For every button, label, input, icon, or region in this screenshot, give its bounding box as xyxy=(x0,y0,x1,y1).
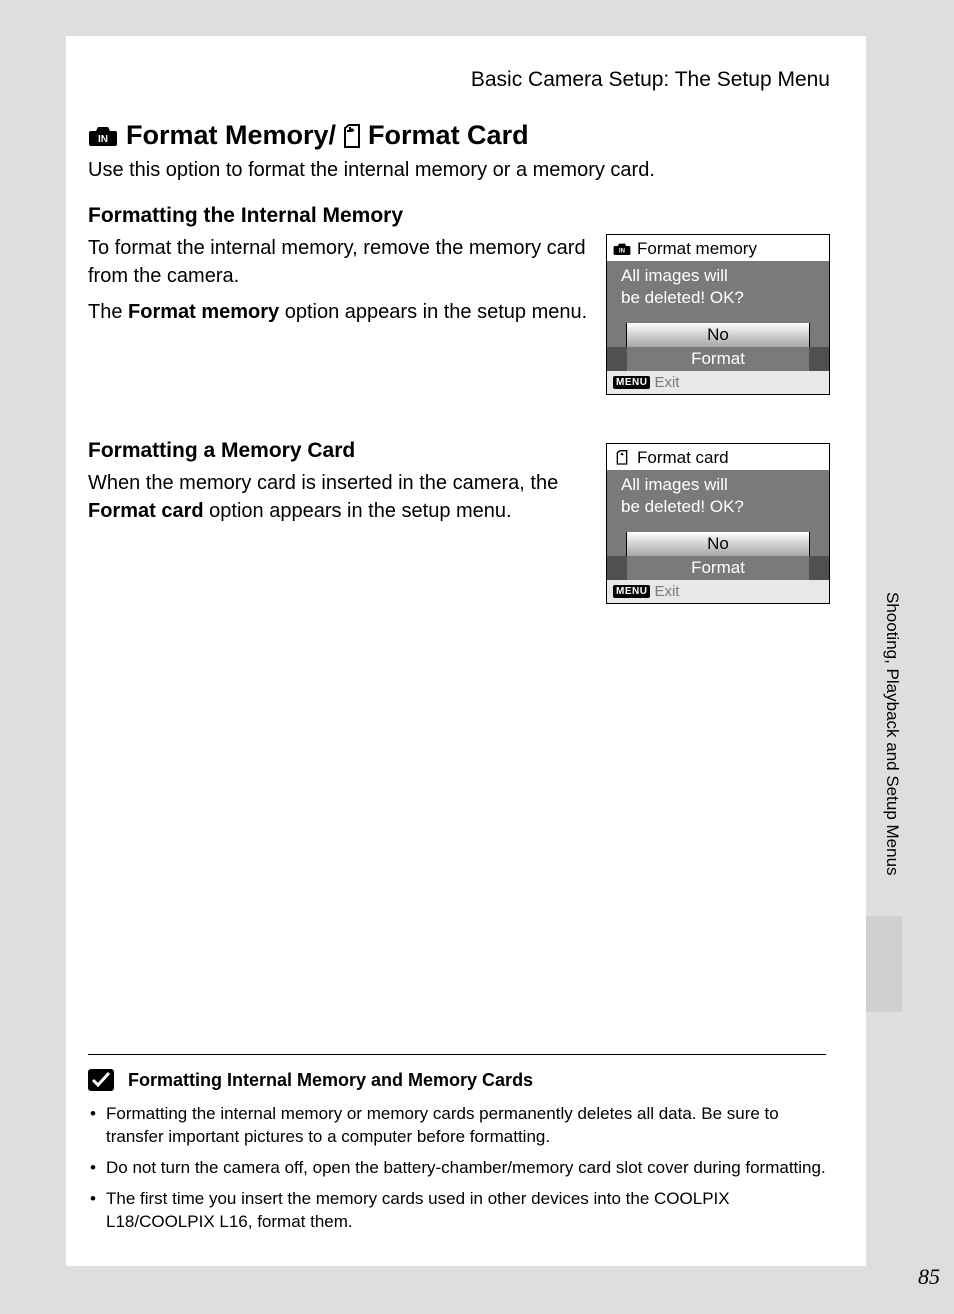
page-content: Basic Camera Setup: The Setup Menu IN Fo… xyxy=(66,36,866,1266)
camera-in-icon: IN xyxy=(613,241,631,257)
breadcrumb: Basic Camera Setup: The Setup Menu xyxy=(88,68,830,92)
exit-label: Exit xyxy=(654,374,679,391)
check-icon xyxy=(88,1069,114,1091)
dialog-title: Format card xyxy=(637,448,729,468)
note-item: Formatting the internal memory or memory… xyxy=(88,1103,826,1149)
dialog-body: All images will be deleted! OK? xyxy=(607,261,829,323)
warning-line2: be deleted! OK? xyxy=(621,496,829,518)
side-tab-block xyxy=(866,916,902,1012)
text: The xyxy=(88,301,128,323)
svg-text:IN: IN xyxy=(619,249,625,255)
note-title: Formatting Internal Memory and Memory Ca… xyxy=(88,1069,826,1091)
page: Basic Camera Setup: The Setup Menu IN Fo… xyxy=(0,0,954,1314)
note-list: Formatting the internal memory or memory… xyxy=(88,1103,826,1234)
format-card-dialog: Format card All images will be deleted! … xyxy=(606,443,830,604)
note-item: The first time you insert the memory car… xyxy=(88,1188,826,1234)
side-tab: Shooting, Playback and Setup Menus xyxy=(866,586,902,1016)
section2-heading: Formatting a Memory Card xyxy=(88,439,588,463)
section2-p1: When the memory card is inserted in the … xyxy=(88,469,588,525)
section-internal-memory: Formatting the Internal Memory To format… xyxy=(88,204,830,395)
camera-in-icon: IN xyxy=(88,124,118,148)
svg-text:IN: IN xyxy=(98,134,108,145)
text: option appears in the setup menu. xyxy=(279,301,587,323)
note-heading: Formatting Internal Memory and Memory Ca… xyxy=(128,1070,533,1091)
page-number: 85 xyxy=(918,1264,940,1290)
dialog-options: No Format xyxy=(607,532,829,580)
dialog-footer: MENU Exit xyxy=(607,580,829,603)
section-memory-card: Formatting a Memory Card When the memory… xyxy=(88,439,830,604)
warning-line2: be deleted! OK? xyxy=(621,287,829,309)
section-text: Formatting the Internal Memory To format… xyxy=(88,204,588,334)
dialog-header: IN Format memory xyxy=(607,235,829,261)
menu-button-icon[interactable]: MENU xyxy=(613,585,650,598)
option-format[interactable]: Format xyxy=(607,347,829,371)
title-part-2: Format Card xyxy=(368,120,529,151)
dialog-body: All images will be deleted! OK? xyxy=(607,470,829,532)
option-no[interactable]: No xyxy=(607,323,829,347)
exit-label: Exit xyxy=(654,583,679,600)
page-title: IN Format Memory/ Format Card xyxy=(88,120,830,151)
dialog-options: No Format xyxy=(607,323,829,371)
warning-line1: All images will xyxy=(621,474,829,496)
card-icon xyxy=(340,124,364,148)
menu-button-icon[interactable]: MENU xyxy=(613,376,650,389)
warning-line1: All images will xyxy=(621,265,829,287)
section1-heading: Formatting the Internal Memory xyxy=(88,204,588,228)
format-memory-label: Format memory xyxy=(128,301,279,323)
card-icon xyxy=(613,450,631,466)
dialog-title: Format memory xyxy=(637,239,757,259)
section1-p2: The Format memory option appears in the … xyxy=(88,298,588,326)
dialog-footer: MENU Exit xyxy=(607,371,829,394)
note-item: Do not turn the camera off, open the bat… xyxy=(88,1157,826,1180)
text: option appears in the setup menu. xyxy=(204,500,512,522)
text: When the memory card is inserted in the … xyxy=(88,472,558,494)
section1-p1: To format the internal memory, remove th… xyxy=(88,234,588,290)
option-format[interactable]: Format xyxy=(607,556,829,580)
side-tab-label: Shooting, Playback and Setup Menus xyxy=(866,586,902,916)
format-card-label: Format card xyxy=(88,500,204,522)
dialog-header: Format card xyxy=(607,444,829,470)
note-box: Formatting Internal Memory and Memory Ca… xyxy=(88,1054,826,1242)
format-memory-dialog: IN Format memory All images will be dele… xyxy=(606,234,830,395)
intro-text: Use this option to format the internal m… xyxy=(88,159,830,182)
title-part-1: Format Memory/ xyxy=(126,120,336,151)
section-text: Formatting a Memory Card When the memory… xyxy=(88,439,588,533)
option-no[interactable]: No xyxy=(607,532,829,556)
